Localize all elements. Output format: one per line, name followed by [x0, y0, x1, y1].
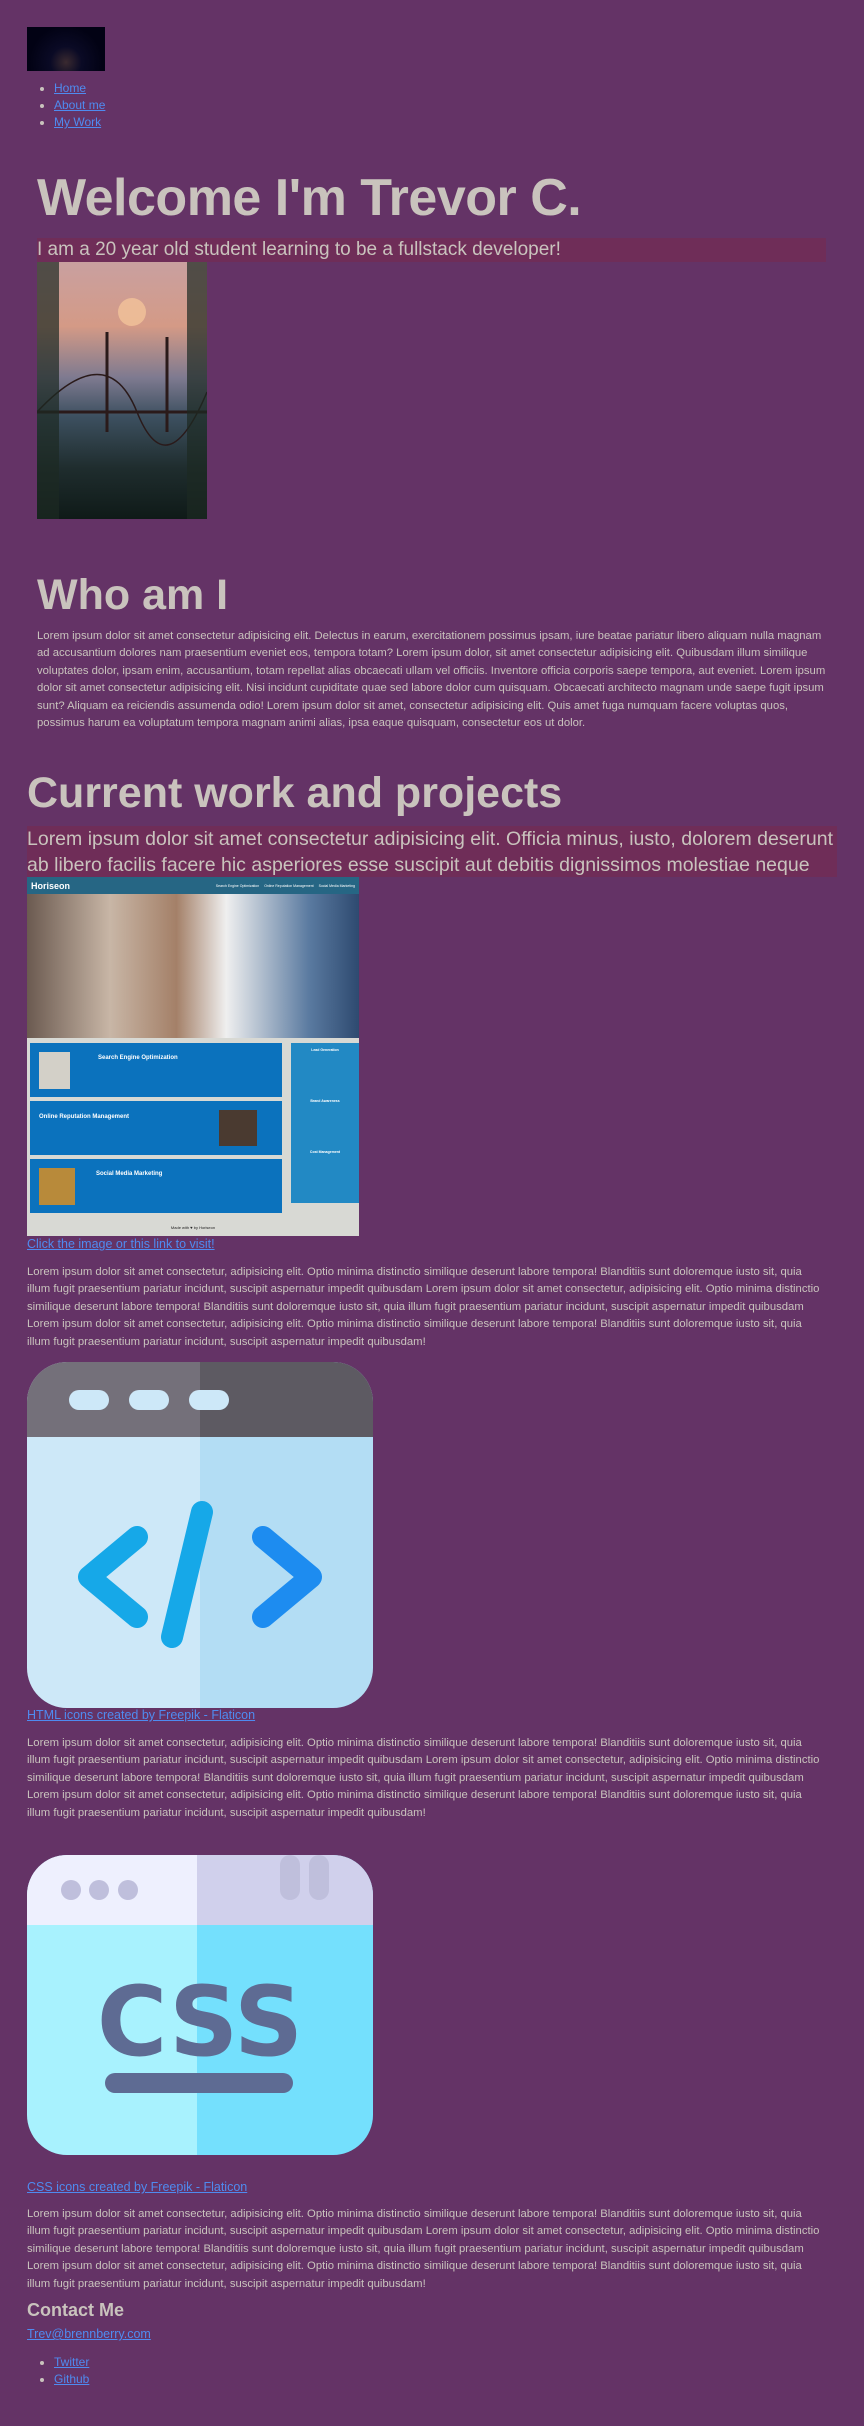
- project-sidebar: Lead Generation Brand Awareness Cost Man…: [291, 1043, 359, 1203]
- project-card: Online Reputation Management: [30, 1101, 282, 1155]
- project-card-title: Online Reputation Management: [39, 1114, 130, 1120]
- project-footer: Made with ♥ by Horiseon: [170, 1225, 216, 1230]
- about-title: Who am I: [37, 571, 229, 619]
- hero-subtitle: I am a 20 year old student learning to b…: [37, 238, 826, 262]
- main-nav: Home About me My Work: [27, 80, 105, 131]
- project-link[interactable]: Click the image or this link to visit!: [27, 1237, 215, 1251]
- project-hero-photo: [27, 894, 359, 1038]
- project-card-title: Search Engine Optimization: [98, 1055, 178, 1061]
- project-side-item: Lead Generation: [311, 1048, 339, 1052]
- project-nav-item: Social Media Marketing: [318, 883, 355, 888]
- nav-home[interactable]: Home: [54, 81, 86, 95]
- github-link[interactable]: Github: [54, 2372, 89, 2386]
- work-paragraph-2: Lorem ipsum dolor sit amet consectetur, …: [27, 1737, 820, 1819]
- page-title: Welcome I'm Trevor C.: [37, 169, 582, 227]
- bridge-photo: [37, 262, 207, 519]
- project-card: Search Engine Optimization: [30, 1043, 282, 1097]
- about-text: Lorem ipsum dolor sit amet consectetur a…: [37, 630, 826, 730]
- html-code-icon: [27, 1362, 373, 1708]
- project-card-title: Social Media Marketing: [96, 1171, 163, 1177]
- work-paragraph-1: Lorem ipsum dolor sit amet consectetur, …: [27, 1266, 820, 1348]
- work-title: Current work and projects: [27, 769, 563, 817]
- project-side-item: Brand Awareness: [310, 1099, 340, 1103]
- project-brand: Horiseon: [31, 880, 71, 891]
- work-paragraph-3: Lorem ipsum dolor sit amet consectetur, …: [27, 2208, 820, 2290]
- project-screenshot[interactable]: Horiseon Search Engine Optimization Onli…: [27, 877, 359, 1236]
- social-links: Twitter Github: [27, 2354, 89, 2388]
- contact-email-link[interactable]: Trev@brennberry.com: [27, 2327, 151, 2341]
- profile-photo: [27, 27, 105, 71]
- nav-about[interactable]: About me: [54, 98, 105, 112]
- css-code-icon: CSS: [27, 1855, 373, 2155]
- css-icon-credit-link[interactable]: CSS icons created by Freepik - Flaticon: [27, 2180, 247, 2194]
- twitter-link[interactable]: Twitter: [54, 2355, 89, 2369]
- project-card: Social Media Marketing: [30, 1159, 282, 1213]
- css-icon-label: CSS: [97, 1966, 303, 2078]
- project-side-item: Cost Management: [309, 1150, 341, 1154]
- contact-title: Contact Me: [27, 2300, 125, 2320]
- nav-work[interactable]: My Work: [54, 115, 101, 129]
- html-icon-credit-link[interactable]: HTML icons created by Freepik - Flaticon: [27, 1708, 255, 1722]
- project-nav-item: Online Reputation Management: [264, 883, 314, 888]
- bridge-illustration: [37, 262, 207, 519]
- project-nav-item: Search Engine Optimization: [215, 883, 260, 888]
- work-intro: Lorem ipsum dolor sit amet consectetur a…: [27, 826, 837, 902]
